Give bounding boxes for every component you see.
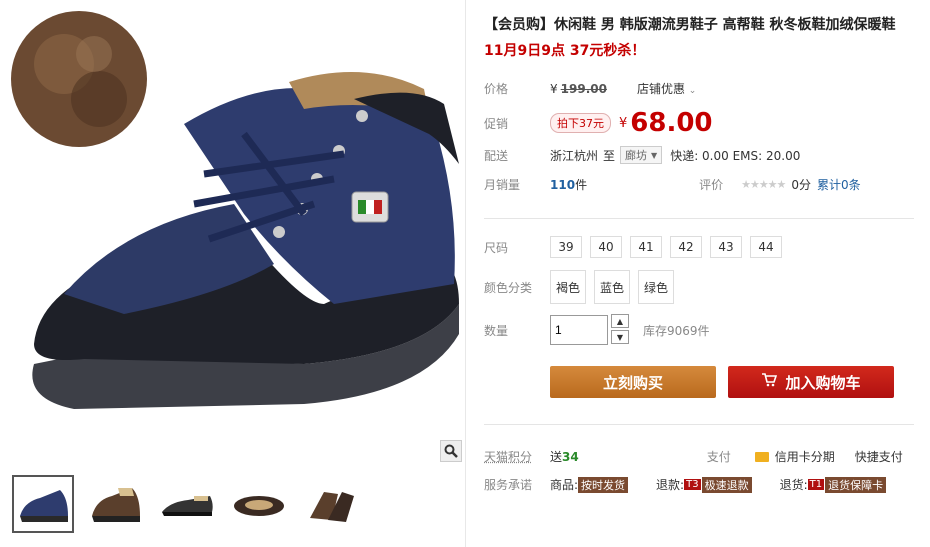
promo-text: 11月9日9点 37元秒杀！ — [484, 43, 646, 59]
product-info-panel: 【会员购】休闲鞋 男 韩版潮流男鞋子 高帮鞋 秋冬板鞋加绒保暖鞋 11月9日9点… — [474, 0, 924, 547]
service-goods-tag[interactable]: 按时发货 — [578, 476, 629, 493]
service-goods-label: 商品: — [550, 478, 579, 492]
sales-row: 月销量 110 件 评价 ★★★★★ 0分 累计0条 — [484, 176, 861, 193]
store-discount-dropdown[interactable]: 店铺优惠 ⌄ — [637, 80, 696, 97]
chevron-down-icon: ⌄ — [688, 86, 697, 96]
divider — [484, 424, 914, 425]
quantity-stepper: ▲ ▼ — [611, 314, 629, 346]
rating-score: 0分 — [791, 178, 812, 192]
shipping-fees: 快递: 0.00 EMS: 20.00 — [670, 148, 801, 163]
buy-now-label: 立刻购买 — [602, 373, 663, 392]
service-return-label: 退货: — [779, 478, 808, 492]
pay-label: 支付 — [706, 450, 731, 464]
product-gallery — [0, 0, 466, 547]
review-count-link[interactable]: 累计0条 — [817, 176, 861, 193]
promotion-label: 促销 — [484, 116, 509, 131]
destination-value: 廊坊 — [625, 149, 648, 162]
points-amount: 34 — [562, 449, 579, 464]
size-row: 尺码 39 40 41 42 43 44 — [484, 236, 790, 258]
divider — [484, 218, 914, 219]
zoom-icon[interactable] — [440, 440, 462, 462]
promotion-tag: 拍下37元 — [550, 113, 611, 133]
installment-label[interactable]: 信用卡分期 — [775, 448, 835, 465]
size-option[interactable]: 39 — [550, 236, 582, 258]
points-label[interactable]: 天猫积分 — [484, 448, 550, 465]
service-refund-tag[interactable]: 极速退款 — [701, 476, 752, 493]
shipping-from: 浙江杭州 — [550, 148, 599, 163]
shipping-to: 至 — [603, 148, 616, 163]
thumbnail-5[interactable] — [300, 475, 362, 533]
size-option[interactable]: 40 — [590, 236, 622, 258]
thumbnail-3[interactable] — [156, 475, 218, 533]
credit-card-icon — [754, 451, 769, 462]
thumbnail-strip — [4, 468, 464, 540]
caret-down-icon: ▼ — [651, 150, 658, 160]
size-option[interactable]: 42 — [670, 236, 702, 258]
buy-now-button[interactable]: 立刻购买 — [550, 366, 716, 398]
destination-select[interactable]: 廊坊 ▼ — [620, 146, 663, 164]
price-currency: ¥ — [550, 81, 558, 96]
price-row: 价格 ¥ 199.00 店铺优惠 ⌄ — [484, 80, 696, 97]
service-return-tag[interactable]: 退货保障卡 — [825, 476, 887, 493]
service-label: 服务承诺 — [484, 478, 533, 492]
color-option[interactable]: 褐色 — [550, 270, 586, 304]
promotion-currency: ¥ — [619, 115, 628, 131]
promotion-price: 68.00 — [630, 108, 713, 138]
shipping-row: 配送 浙江杭州 至 廊坊 ▼ 快递: 0.00 EMS: 20.00 — [484, 146, 800, 164]
cart-icon — [761, 373, 778, 391]
refund-t3-badge: T3 — [684, 479, 701, 490]
size-option[interactable]: 43 — [710, 236, 742, 258]
original-price: 199.00 — [560, 81, 607, 96]
color-option[interactable]: 绿色 — [638, 270, 674, 304]
shipping-label: 配送 — [484, 148, 509, 163]
size-option[interactable]: 44 — [750, 236, 782, 258]
sales-label: 月销量 — [484, 178, 521, 192]
points-give: 送 — [550, 450, 563, 464]
quantity-row: 数量 ▲ ▼ 库存9069件 — [484, 314, 710, 346]
quick-pay-label[interactable]: 快捷支付 — [855, 448, 903, 465]
sales-count: 110 — [550, 177, 576, 192]
promotion-row: 促销 拍下37元 ¥ 68.00 — [484, 108, 713, 138]
size-label: 尺码 — [484, 240, 509, 255]
color-option[interactable]: 蓝色 — [594, 270, 630, 304]
size-option[interactable]: 41 — [630, 236, 662, 258]
thumbnail-4[interactable] — [228, 475, 290, 533]
thumbnail-2[interactable] — [84, 475, 146, 533]
increment-icon[interactable]: ▲ — [611, 314, 629, 328]
main-product-image[interactable] — [4, 4, 462, 460]
rating-stars: ★★★★★ — [741, 178, 786, 191]
store-discount-label: 店铺优惠 — [636, 82, 685, 96]
color-label: 颜色分类 — [484, 280, 533, 295]
color-row: 颜色分类 褐色 蓝色 绿色 — [484, 270, 682, 304]
quantity-input[interactable] — [550, 315, 608, 345]
service-refund-label: 退款: — [656, 478, 685, 492]
stock-text: 库存9069件 — [643, 323, 710, 338]
sales-unit: 件 — [575, 178, 588, 192]
price-label: 价格 — [484, 82, 509, 96]
add-to-cart-label: 加入购物车 — [785, 373, 861, 392]
product-title: 【会员购】休闲鞋 男 韩版潮流男鞋子 高帮鞋 秋冬板鞋加绒保暖鞋 — [484, 17, 896, 33]
add-to-cart-button[interactable]: 加入购物车 — [728, 366, 894, 398]
quantity-label: 数量 — [484, 323, 509, 338]
thumbnail-1[interactable] — [12, 475, 74, 533]
points-row: 天猫积分 送 34 支付 信用卡分期 快捷支付 — [484, 448, 903, 465]
return-t1-badge: T1 — [807, 479, 825, 490]
rating-label: 评价 — [699, 178, 724, 192]
service-row: 服务承诺 商品: 按时发货 退款: T3 极速退款 退货: T1 退货保障卡 — [484, 476, 887, 493]
decrement-icon[interactable]: ▼ — [611, 330, 629, 344]
